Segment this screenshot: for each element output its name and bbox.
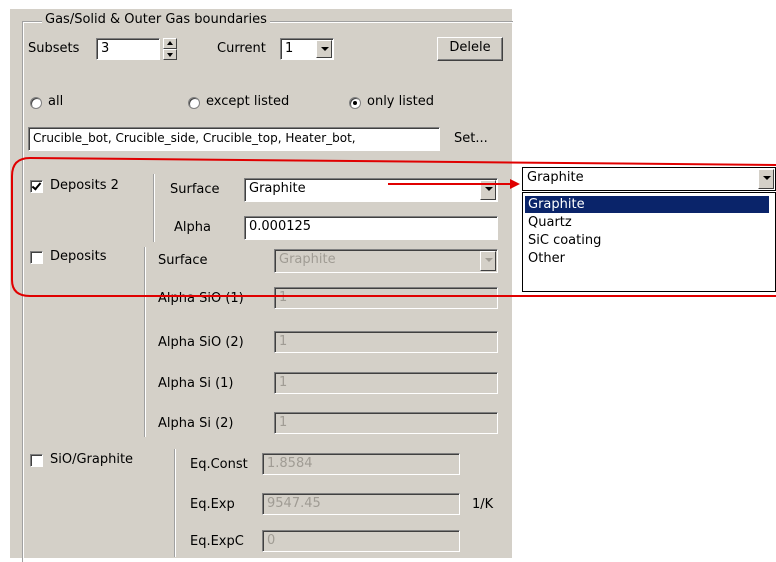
- annotation-overlay: [11, 156, 776, 297]
- arrow-head-icon: [510, 179, 520, 189]
- highlight-box: [11, 156, 776, 297]
